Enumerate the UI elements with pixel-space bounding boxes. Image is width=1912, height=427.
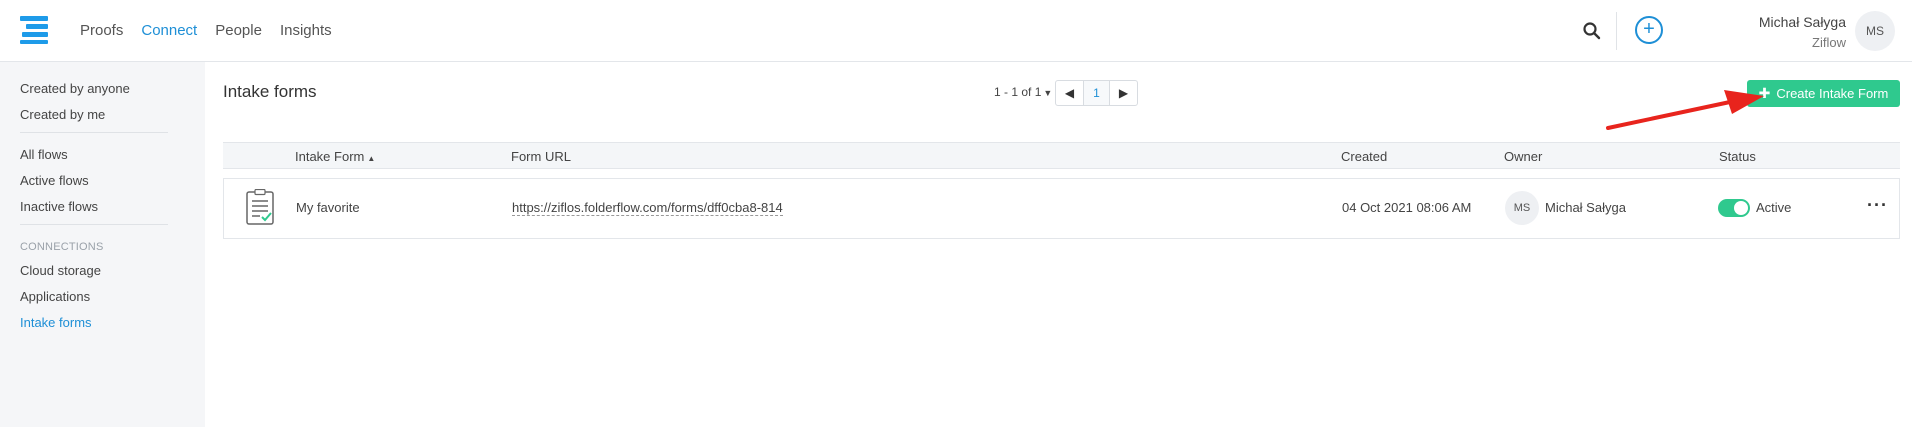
pager: ◀ 1 ▶ [1055,80,1138,106]
sidebar-section-connections: CONNECTIONS [20,241,104,253]
topbar-divider [1616,12,1617,50]
table-row[interactable]: My favorite https://ziflos.folderflow.co… [223,178,1900,239]
sort-asc-icon: ▲ [367,154,376,163]
sidebar-item-cloud-storage[interactable]: Cloud storage [20,263,101,278]
sidebar-item-intake-forms[interactable]: Intake forms [20,315,92,330]
form-document-icon [246,189,274,225]
pager-summary[interactable]: 1 - 1 of 1 ▼ [994,85,1052,99]
owner-name: Michał Sałyga [1545,200,1626,215]
user-info[interactable]: Michał Sałyga Ziflow [1759,14,1846,50]
sidebar-item-created-by-anyone[interactable]: Created by anyone [20,81,130,96]
nav-insights[interactable]: Insights [280,22,332,39]
user-org: Ziflow [1812,35,1846,50]
nav-proofs[interactable]: Proofs [80,22,123,39]
top-bar: Proofs Connect People Insights + Michał … [0,0,1912,62]
caret-down-icon: ▼ [1043,88,1053,98]
chevron-right-icon[interactable]: ▶ [1110,81,1137,105]
column-header-owner: Owner [1504,149,1543,164]
nav-connect[interactable]: Connect [141,22,197,39]
sidebar-item-active-flows[interactable]: Active flows [20,173,89,188]
created-date: 04 Oct 2021 08:06 AM [1342,200,1472,215]
user-name: Michał Sałyga [1758,14,1846,30]
status-label: Active [1756,200,1792,215]
column-header-form-url: Form URL [511,149,571,164]
form-url-link[interactable]: https://ziflos.folderflow.com/forms/dff0… [512,200,783,216]
sidebar-item-inactive-flows[interactable]: Inactive flows [20,199,98,214]
main-nav: Proofs Connect People Insights [80,0,332,60]
create-button-label: Create Intake Form [1776,86,1889,101]
column-header-status: Status [1719,149,1756,164]
column-header-created: Created [1341,149,1388,164]
form-name[interactable]: My favorite [296,200,360,215]
pager-summary-label: 1 - 1 of 1 [994,85,1042,99]
add-circle-icon[interactable]: + [1635,16,1663,44]
column-header-intake-form[interactable]: Intake Form ▲ [295,149,375,164]
sidebar: Created by anyone Created by me All flow… [0,62,205,427]
form-url-cell: https://ziflos.folderflow.com/forms/dff0… [512,200,783,216]
column-header-label: Intake Form [295,149,365,164]
sidebar-divider [20,132,168,133]
owner-avatar: MS [1505,191,1539,225]
page-title: Intake forms [223,82,317,101]
sidebar-item-created-by-me[interactable]: Created by me [20,107,105,122]
chevron-left-icon[interactable]: ◀ [1056,81,1083,105]
more-icon[interactable]: ··· [1867,195,1888,216]
search-icon[interactable] [1582,21,1602,41]
page-number[interactable]: 1 [1083,81,1110,105]
sidebar-divider [20,224,168,225]
ziflow-logo[interactable] [20,16,48,44]
sidebar-item-applications[interactable]: Applications [20,289,90,304]
nav-people[interactable]: People [215,22,262,39]
avatar[interactable]: MS [1855,11,1895,51]
sidebar-item-all-flows[interactable]: All flows [20,147,68,162]
status-toggle[interactable] [1718,199,1750,217]
annotation-arrow [1606,90,1764,130]
table-header: Intake Form ▲ Form URL Created Owner Stat… [223,142,1900,169]
